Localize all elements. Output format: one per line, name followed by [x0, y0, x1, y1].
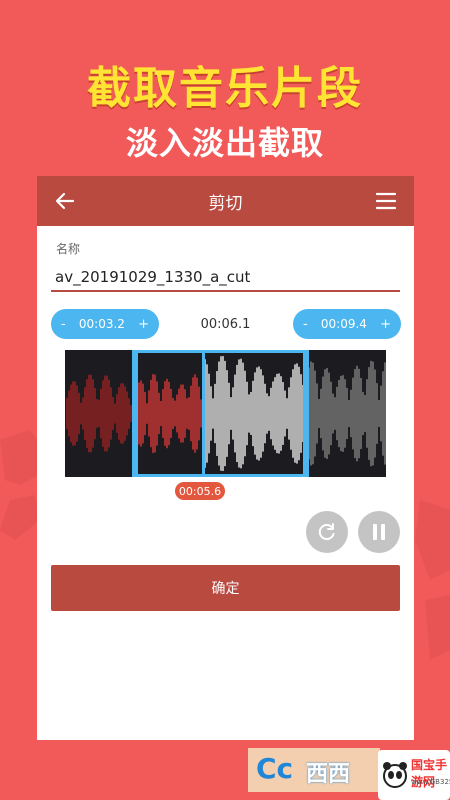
end-time-stepper: - 00:09.4 + — [293, 309, 401, 339]
name-input[interactable] — [51, 264, 400, 292]
app-screen: 剪切 名称 - 00:03.2 + 00:06.1 - 00:09.4 + 00… — [37, 176, 414, 740]
confirm-button[interactable]: 确定 — [51, 565, 400, 611]
refresh-icon[interactable] — [306, 511, 348, 553]
waveform — [65, 347, 386, 480]
watermark-brand: 西西 — [306, 762, 351, 787]
watermark-site-url: www.GB325.COM — [411, 778, 450, 786]
menu-icon[interactable] — [374, 189, 398, 213]
world-map-decoration-right — [415, 500, 450, 660]
promo-title: 截取音乐片段 — [87, 63, 363, 114]
app-header: 剪切 — [37, 176, 414, 226]
page-title: 剪切 — [208, 193, 243, 214]
playhead-line[interactable] — [202, 350, 205, 477]
end-time-value: 00:09.4 — [320, 317, 367, 331]
site-watermark: Cc 西西 国宝手游网 www.GB325.COM — [248, 748, 450, 800]
promo-subtitle: 淡入淡出截取 — [125, 124, 324, 162]
watermark-logo-icon: Cc — [256, 752, 294, 785]
name-label: 名称 — [56, 242, 81, 256]
pause-icon[interactable] — [358, 511, 400, 553]
end-plus-button[interactable]: + — [380, 317, 391, 332]
end-minus-button[interactable]: - — [303, 317, 308, 332]
playhead-time-badge: 00:05.6 — [175, 482, 225, 500]
waveform-editor[interactable] — [65, 347, 386, 480]
arrow-left-icon[interactable] — [53, 189, 77, 213]
